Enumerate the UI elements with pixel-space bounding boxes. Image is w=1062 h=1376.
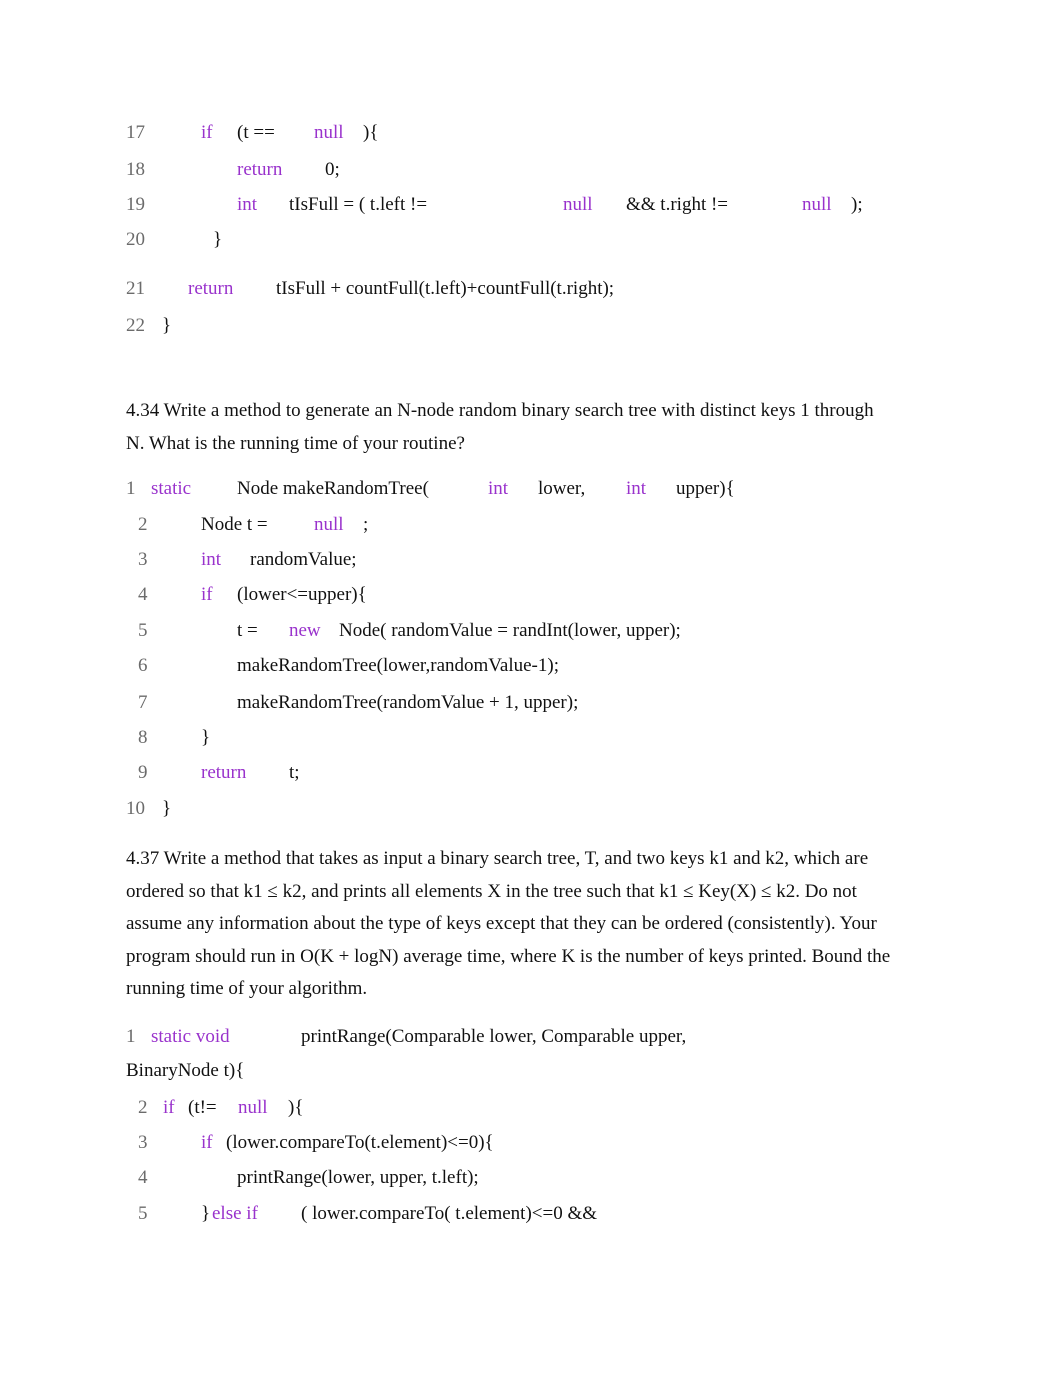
line-number: 19 [126, 194, 145, 215]
code-line: 17 if (t == null ){ [0, 122, 1062, 146]
question-4-34: 4.34 Write a method to generate an N-nod… [126, 400, 874, 454]
line-number: 22 [126, 315, 145, 336]
code-text: tIsFull = ( t.left != [289, 194, 428, 215]
keyword: return [201, 762, 247, 783]
line-number: 17 [126, 122, 145, 143]
keyword: if [163, 1097, 175, 1118]
keyword: null [314, 514, 344, 535]
code-text: 0; [325, 159, 340, 180]
code-text: t; [289, 762, 300, 783]
code-text: ; [363, 514, 369, 535]
code-line: 8 } [0, 727, 1062, 751]
code-text: printRange(lower, upper, t.left); [237, 1167, 479, 1188]
code-text: BinaryNode t){ [126, 1060, 245, 1081]
line-number: 7 [138, 692, 148, 713]
line-number: 18 [126, 159, 145, 180]
keyword: static [151, 478, 192, 499]
keyword: null [238, 1097, 268, 1118]
code-line: 5 t = new Node( randomValue = randInt(lo… [0, 620, 1062, 644]
code-text: t = [237, 620, 258, 641]
code-line: 9 return t; [0, 762, 1062, 786]
keyword: static void [151, 1026, 230, 1047]
code-line: 3 if (lower.compareTo(t.element)<=0){ [0, 1132, 1062, 1156]
line-number: 1 [126, 1026, 136, 1047]
code-text: (lower<=upper){ [237, 584, 367, 605]
keyword: null [563, 194, 593, 215]
line-number: 5 [138, 620, 148, 641]
code-text: ( lower.compareTo( t.element)<=0 && [301, 1203, 598, 1224]
code-text: } [213, 229, 223, 250]
code-line: 4 printRange(lower, upper, t.left); [0, 1167, 1062, 1191]
code-text: (t!= [188, 1097, 217, 1118]
keyword: if [201, 584, 213, 605]
code-text: upper){ [676, 478, 735, 499]
keyword: else if [212, 1203, 258, 1224]
code-line: 6 makeRandomTree(lower,randomValue-1); [0, 655, 1062, 679]
line-number: 2 [138, 1097, 148, 1118]
keyword: if [201, 1132, 213, 1153]
keyword: if [201, 122, 213, 143]
keyword: int [488, 478, 509, 499]
code-line: 7 makeRandomTree(randomValue + 1, upper)… [0, 692, 1062, 716]
code-text: } [201, 1203, 211, 1224]
keyword: new [289, 620, 321, 641]
code-text: ); [851, 194, 863, 215]
line-number: 9 [138, 762, 148, 783]
line-number: 3 [138, 1132, 148, 1153]
keyword: return [188, 278, 234, 299]
code-text: tIsFull + countFull(t.left)+countFull(t.… [276, 278, 615, 299]
line-number: 4 [138, 584, 148, 605]
code-text: printRange(Comparable lower, Comparable … [301, 1026, 687, 1047]
code-line: 2 Node t = null ; [0, 514, 1062, 538]
keyword: int [626, 478, 647, 499]
code-line: 3 int randomValue; [0, 549, 1062, 573]
question-4-37: 4.37 Write a method that takes as input … [126, 848, 891, 999]
code-text: Node makeRandomTree( [237, 478, 429, 499]
code-text: makeRandomTree(randomValue + 1, upper); [237, 692, 579, 713]
line-number: 21 [126, 278, 145, 299]
code-line: 1 static void printRange(Comparable lowe… [0, 1026, 1062, 1050]
keyword: null [314, 122, 344, 143]
code-line: 1 static Node makeRandomTree( int lower,… [0, 478, 1062, 502]
line-number: 10 [126, 798, 145, 819]
code-text: Node t = [201, 514, 268, 535]
keyword: int [237, 194, 258, 215]
code-text: Node( randomValue = randInt(lower, upper… [339, 620, 681, 641]
line-number: 2 [138, 514, 148, 535]
code-line: 21 return tIsFull + countFull(t.left)+co… [0, 278, 1062, 302]
line-number: 3 [138, 549, 148, 570]
keyword: int [201, 549, 222, 570]
code-line: 4 if (lower<=upper){ [0, 584, 1062, 608]
code-text: && t.right != [626, 194, 729, 215]
document-page: 17 if (t == null ){ 18 return 0; 19 int … [0, 0, 1062, 1376]
code-line: BinaryNode t){ [0, 1060, 1062, 1084]
code-text: } [162, 798, 172, 819]
line-number: 20 [126, 229, 145, 250]
code-line: 2 if (t!= null ){ [0, 1097, 1062, 1121]
code-line: 19 int tIsFull = ( t.left != null && t.r… [0, 194, 1062, 218]
line-number: 8 [138, 727, 148, 748]
line-number: 4 [138, 1167, 148, 1188]
code-line: 18 return 0; [0, 159, 1062, 183]
code-text: ){ [288, 1097, 304, 1118]
keyword: null [802, 194, 832, 215]
code-text: (t == [237, 122, 275, 143]
keyword: return [237, 159, 283, 180]
code-text: lower, [538, 478, 586, 499]
line-number: 6 [138, 655, 148, 676]
code-line: 22 } [0, 315, 1062, 339]
code-text: randomValue; [250, 549, 357, 570]
line-number: 5 [138, 1203, 148, 1224]
code-text: ){ [363, 122, 379, 143]
code-line: 10 } [0, 798, 1062, 822]
code-text: makeRandomTree(lower,randomValue-1); [237, 655, 559, 676]
code-text: } [162, 315, 172, 336]
code-line: 5 } else if ( lower.compareTo( t.element… [0, 1203, 1062, 1227]
code-line: 20 } [0, 229, 1062, 253]
code-text: (lower.compareTo(t.element)<=0){ [226, 1132, 494, 1153]
line-number: 1 [126, 478, 136, 499]
code-text: } [201, 727, 211, 748]
